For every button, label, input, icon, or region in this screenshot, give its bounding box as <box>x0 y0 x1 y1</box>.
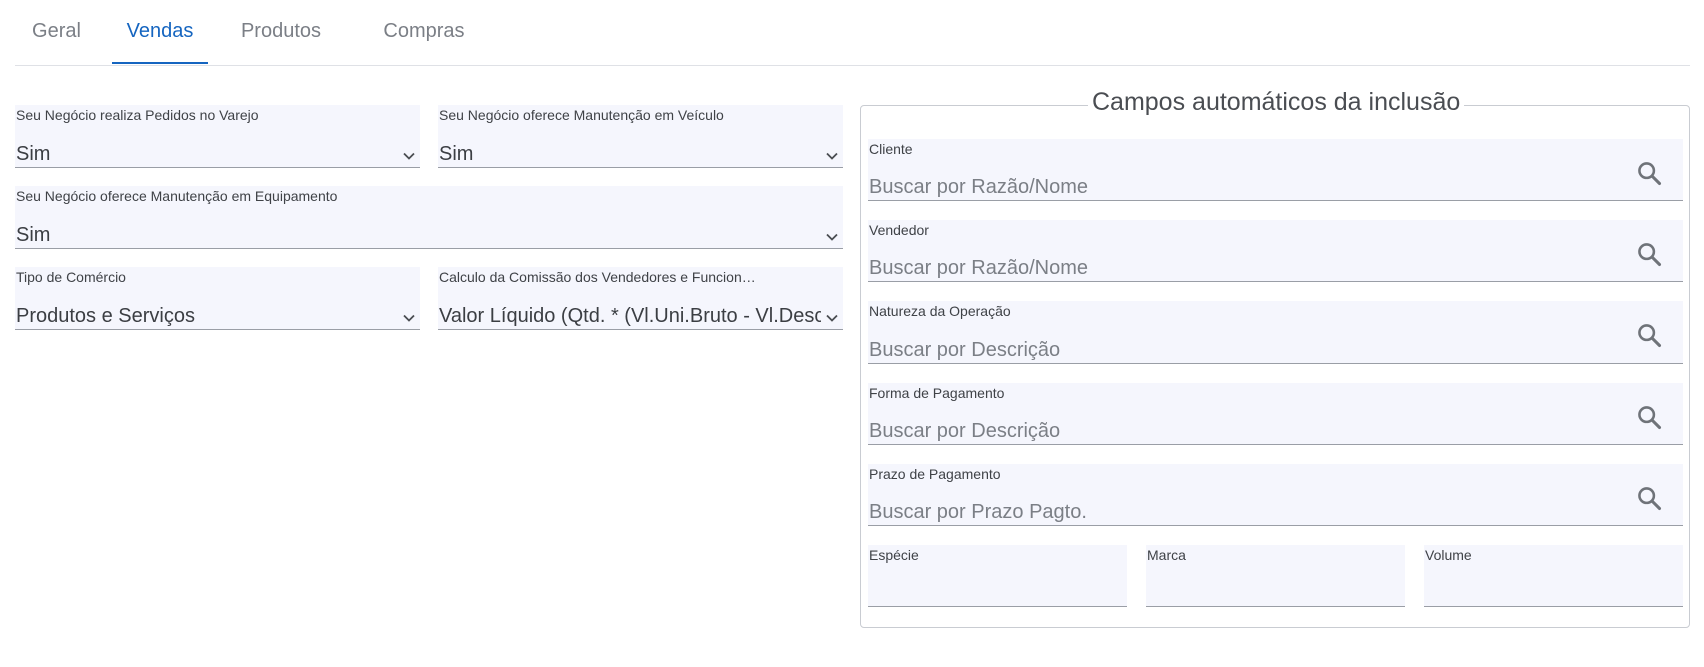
varejo-select[interactable]: Seu Negócio realiza Pedidos no Varejo Si… <box>15 105 420 168</box>
prazo-pagto-label: Prazo de Pagamento <box>869 466 1001 482</box>
comissao-value: Valor Líquido (Qtd. * (Vl.Uni.Bruto - Vl… <box>439 305 821 327</box>
especie-label: Espécie <box>869 547 919 563</box>
chevron-down-icon[interactable] <box>824 310 840 326</box>
natureza-label: Natureza da Operação <box>869 303 1011 319</box>
volume-label: Volume <box>1425 547 1472 563</box>
search-icon[interactable] <box>1635 403 1663 431</box>
tipo-comercio-label: Tipo de Comércio <box>16 269 126 285</box>
manut-equip-value: Sim <box>16 224 51 246</box>
vendedor-field[interactable]: Vendedor Buscar por Razão/Nome <box>868 220 1683 282</box>
tipo-comercio-value: Produtos e Serviços <box>16 305 195 327</box>
manut-equip-select[interactable]: Seu Negócio oferece Manutenção em Equipa… <box>15 186 843 249</box>
forma-pagto-input[interactable]: Buscar por Descrição <box>869 420 1659 443</box>
tab-bar: Geral Vendas Produtos Compras <box>15 0 1690 66</box>
search-icon[interactable] <box>1635 159 1663 187</box>
tipo-comercio-select[interactable]: Tipo de Comércio Produtos e Serviços <box>15 267 420 330</box>
varejo-value: Sim <box>16 143 51 165</box>
chevron-down-icon[interactable] <box>824 229 840 245</box>
varejo-label: Seu Negócio realiza Pedidos no Varejo <box>16 107 259 123</box>
prazo-pagto-input[interactable]: Buscar por Prazo Pagto. <box>869 501 1659 524</box>
tab-compras[interactable]: Compras <box>370 0 478 63</box>
cliente-field[interactable]: Cliente Buscar por Razão/Nome <box>868 139 1683 201</box>
vendedor-input[interactable]: Buscar por Razão/Nome <box>869 257 1659 280</box>
comissao-label: Calculo da Comissão dos Vendedores e Fun… <box>439 269 756 285</box>
comissao-select[interactable]: Calculo da Comissão dos Vendedores e Fun… <box>438 267 843 330</box>
marca-field[interactable]: Marca <box>1146 545 1405 607</box>
chevron-down-icon[interactable] <box>401 310 417 326</box>
volume-field[interactable]: Volume <box>1424 545 1683 607</box>
search-icon[interactable] <box>1635 484 1663 512</box>
chevron-down-icon[interactable] <box>824 148 840 164</box>
search-icon[interactable] <box>1635 321 1663 349</box>
manut-veiculo-label: Seu Negócio oferece Manutenção em Veícul… <box>439 107 724 123</box>
prazo-pagto-field[interactable]: Prazo de Pagamento Buscar por Prazo Pagt… <box>868 464 1683 526</box>
natureza-input[interactable]: Buscar por Descrição <box>869 339 1659 362</box>
page: Geral Vendas Produtos Compras Seu Negóci… <box>0 0 1704 667</box>
manut-equip-label: Seu Negócio oferece Manutenção em Equipa… <box>16 188 338 204</box>
cliente-label: Cliente <box>869 141 913 157</box>
tab-produtos[interactable]: Produtos <box>227 0 335 63</box>
chevron-down-icon[interactable] <box>401 148 417 164</box>
especie-field[interactable]: Espécie <box>868 545 1127 607</box>
manut-veiculo-value: Sim <box>439 143 474 165</box>
tab-geral[interactable]: Geral <box>15 0 98 63</box>
vendedor-label: Vendedor <box>869 222 929 238</box>
marca-label: Marca <box>1147 547 1186 563</box>
search-icon[interactable] <box>1635 240 1663 268</box>
tab-vendas[interactable]: Vendas <box>112 0 208 64</box>
auto-fields-legend: Campos automáticos da inclusão <box>1088 88 1465 117</box>
cliente-input[interactable]: Buscar por Razão/Nome <box>869 176 1659 199</box>
forma-pagto-label: Forma de Pagamento <box>869 385 1005 401</box>
natureza-field[interactable]: Natureza da Operação Buscar por Descriçã… <box>868 301 1683 364</box>
manut-veiculo-select[interactable]: Seu Negócio oferece Manutenção em Veícul… <box>438 105 843 168</box>
forma-pagto-field[interactable]: Forma de Pagamento Buscar por Descrição <box>868 383 1683 445</box>
